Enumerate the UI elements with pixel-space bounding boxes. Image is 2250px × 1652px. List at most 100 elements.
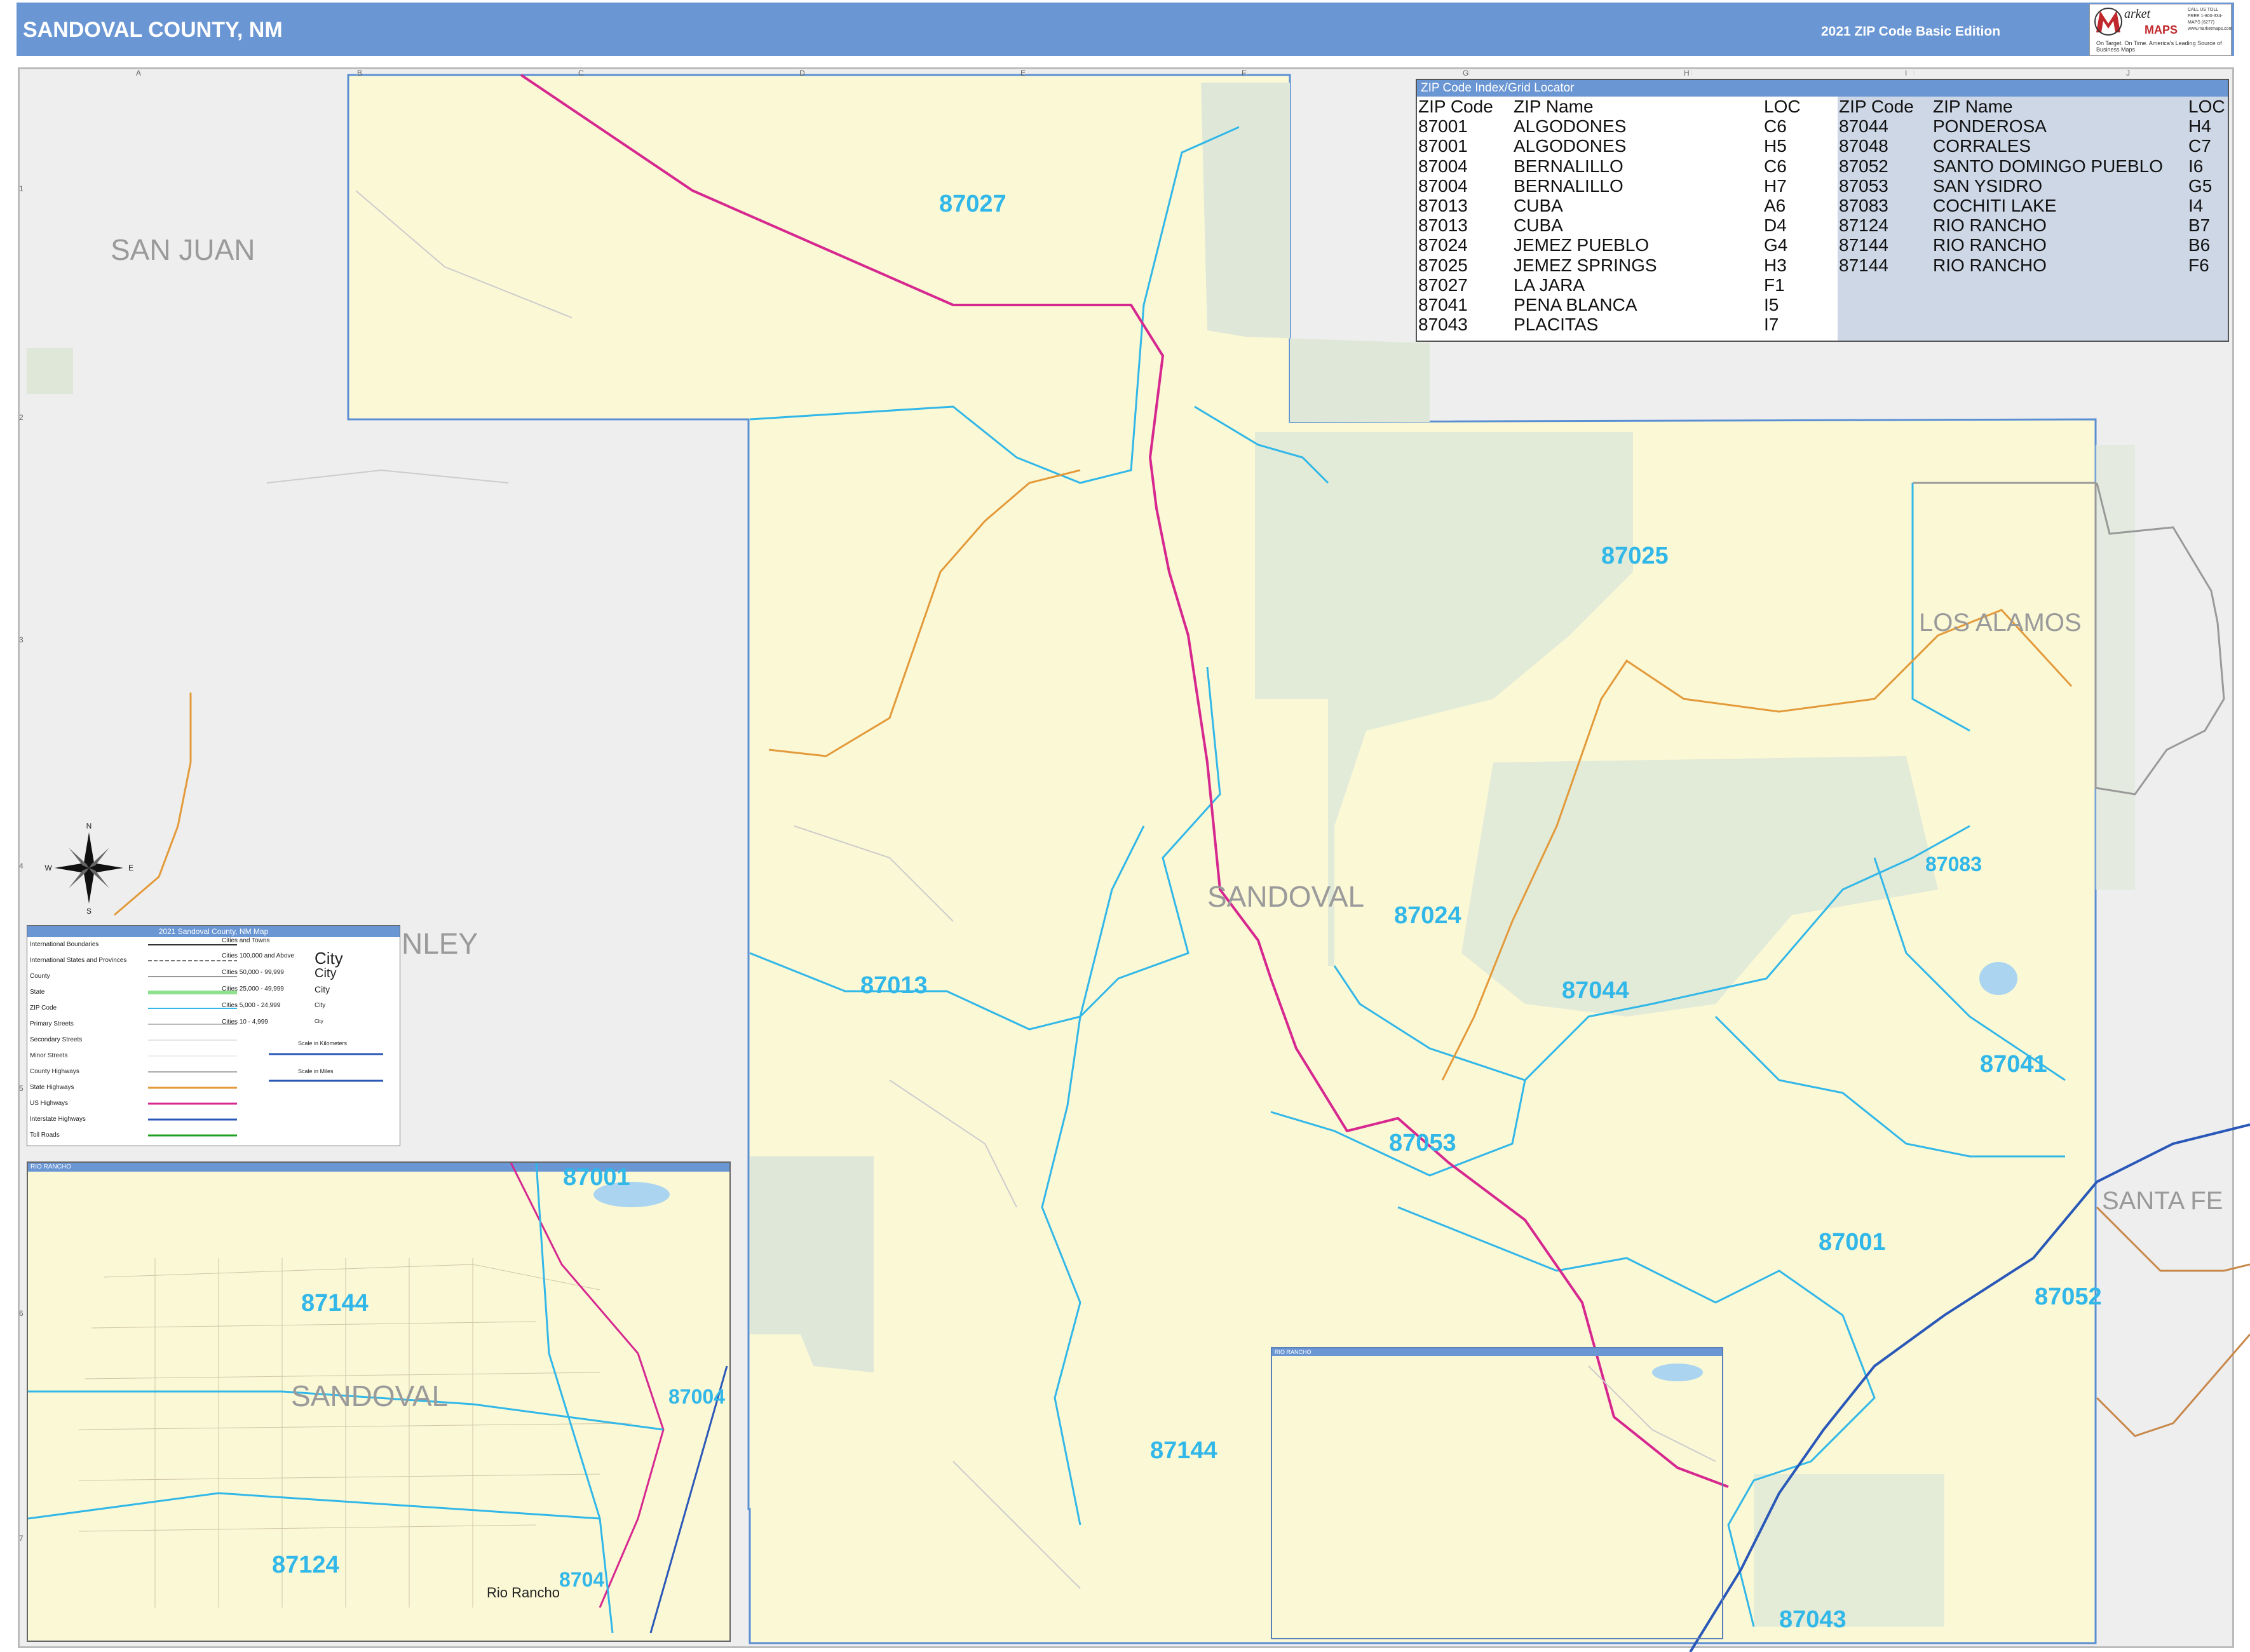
grid-col-j: J — [2126, 69, 2130, 78]
zip-code: 87041 — [1418, 294, 1468, 315]
inset-city-rio-rancho: Rio Rancho — [487, 1585, 560, 1601]
zip-code: 87025 — [1418, 255, 1468, 275]
zip-index-row: 87013 CUBA A6 — [1417, 196, 1836, 215]
zip-index-row: 87043 PLACITAS I7 — [1417, 315, 1836, 334]
legend-city-item: Cities 5,000 - 24,999 — [222, 1002, 281, 1009]
grid-col-e: E — [1020, 69, 1026, 78]
zip-label-87041: 87041 — [1980, 1051, 2047, 1078]
zip-name: CORRALES — [1933, 136, 2031, 156]
inset-zip-87001: 87001 — [563, 1164, 630, 1191]
zip-code: 87001 — [1418, 136, 1468, 156]
header-loc: LOC — [2188, 97, 2225, 116]
zip-index-row: 87041 PENA BLANCA I5 — [1417, 295, 1836, 315]
legend-item: State — [30, 989, 45, 996]
cochiti-lake — [1979, 962, 2017, 995]
zip-code: 87013 — [1418, 195, 1468, 215]
zip-index-row: 87025 JEMEZ SPRINGS H3 — [1417, 255, 1836, 275]
zip-label-87044: 87044 — [1562, 977, 1629, 1004]
zip-index-row: 87024 JEMEZ PUEBLO G4 — [1417, 235, 1836, 255]
grid-row-6: 6 — [19, 1309, 24, 1318]
legend-item: Minor Streets — [30, 1052, 68, 1059]
zip-name: CUBA — [1514, 195, 1563, 215]
zip-code: 87144 — [1839, 255, 1888, 275]
zip-code: 87124 — [1839, 215, 1888, 236]
legend-scale-bars — [269, 1053, 383, 1082]
grid-col-f: F — [1242, 69, 1247, 78]
grid-row-2: 2 — [19, 413, 24, 422]
zip-code: 87001 — [1418, 116, 1468, 137]
grid-col-g: G — [1463, 69, 1469, 78]
grid-col-a: A — [136, 69, 142, 78]
zip-code-index: ZIP Code Index/Grid Locator ZIP Code ZIP… — [1416, 79, 2229, 342]
zip-code: 87048 — [1839, 136, 1888, 156]
legend-scale-km: Scale in Kilometers — [298, 1040, 348, 1046]
zip-loc: I5 — [1764, 294, 1779, 315]
legend-city-sample: City — [315, 1002, 326, 1009]
compass-n: N — [86, 822, 92, 830]
legend-city-item: Cities 25,000 - 49,999 — [222, 985, 284, 992]
inset-zip-87124: 87124 — [272, 1552, 339, 1578]
zip-name: RIO RANCHO — [1933, 215, 2047, 236]
legend-city-item: Cities 50,000 - 99,999 — [222, 969, 284, 976]
county-label-sandoval: SANDOVAL — [1207, 880, 1365, 913]
inset-zip-87144: 87144 — [301, 1290, 369, 1317]
legend-item: Toll Roads — [30, 1132, 60, 1139]
zip-name: PONDEROSA — [1933, 116, 2047, 137]
zip-loc: G4 — [1764, 235, 1788, 255]
zip-loc: C7 — [2188, 136, 2211, 156]
grid-row-1: 1 — [19, 184, 24, 193]
zip-index-right-column: ZIP Code ZIP Name LOC 87044 PONDEROSA H4 8… — [1838, 97, 2228, 341]
inset-zip-87048: 8704 — [559, 1568, 605, 1591]
zip-name: COCHITI LAKE — [1933, 195, 2057, 215]
zip-name: LA JARA — [1514, 274, 1585, 295]
zip-loc: G5 — [2188, 175, 2213, 196]
zip-index-row: 87001 ALGODONES H5 — [1417, 136, 1836, 156]
zip-code: 87027 — [1418, 274, 1468, 295]
zip-label-87043: 87043 — [1779, 1606, 1847, 1633]
header-loc: LOC — [1764, 97, 1801, 116]
grid-row-5: 5 — [19, 1084, 24, 1093]
zip-label-87053: 87053 — [1389, 1130, 1456, 1156]
zip-label-87013: 87013 — [860, 972, 928, 999]
county-label-mckinley: NLEY — [402, 927, 478, 960]
map-legend: 2021 Sandoval County, NM Map Internation… — [27, 925, 400, 1146]
legend-item: Secondary Streets — [30, 1036, 83, 1043]
legend-item: Interstate Highways — [30, 1116, 86, 1123]
county-label-los-alamos: LOS ALAMOS — [1919, 609, 2082, 637]
legend-item: US Highways — [30, 1100, 69, 1107]
rio-rancho-inset: RIO RANCHO 87001 87144 SANDOVAL 87004 87… — [27, 1161, 731, 1642]
grid-col-i: I — [1905, 69, 1908, 78]
legend-title: 2021 Sandoval County, NM Map — [27, 926, 400, 937]
zip-loc: H4 — [2188, 116, 2211, 137]
zip-loc: B7 — [2188, 215, 2211, 236]
zip-code: 87053 — [1839, 175, 1888, 196]
zip-loc: A6 — [1764, 195, 1786, 215]
frame2-title: RIO RANCHO — [1272, 1348, 1722, 1356]
compass-s: S — [86, 907, 91, 915]
zip-loc: I4 — [2188, 195, 2204, 215]
zip-name: JEMEZ SPRINGS — [1514, 255, 1657, 275]
zip-code: 87043 — [1418, 315, 1468, 335]
forest-area-west — [27, 348, 73, 394]
zip-code: 87083 — [1839, 195, 1888, 215]
legend-city-sample: City — [315, 966, 337, 980]
forest-area-santafe — [2096, 445, 2135, 890]
legend-item: Primary Streets — [30, 1020, 74, 1027]
zip-index-row: 87004 BERNALILLO C6 — [1417, 156, 1836, 176]
legend-city-item: Cities 10 - 4,999 — [222, 1019, 268, 1026]
zip-code: 87024 — [1418, 235, 1468, 255]
zip-name: PENA BLANCA — [1514, 294, 1637, 315]
zip-label-87001: 87001 — [1819, 1229, 1886, 1256]
zip-loc: C6 — [1764, 116, 1787, 137]
legend-item: State Highways — [30, 1084, 74, 1091]
header-zip-code: ZIP Code — [1418, 97, 1493, 116]
zip-name: BERNALILLO — [1514, 175, 1623, 196]
zip-index-row: 87124 RIO RANCHO B7 — [1838, 215, 2228, 235]
grid-row-7: 7 — [19, 1534, 24, 1543]
state-highway-sf — [2096, 1206, 2250, 1272]
state-highway-east — [2096, 1334, 2250, 1437]
zip-index-left-column: ZIP Code ZIP Name LOC 87001 ALGODONES C6 8… — [1417, 97, 1836, 334]
zip-index-row: 87083 COCHITI LAKE I4 — [1838, 196, 2228, 215]
zip-index-row: 87004 BERNALILLO H7 — [1417, 176, 1836, 196]
zip-name: JEMEZ PUEBLO — [1514, 235, 1650, 255]
